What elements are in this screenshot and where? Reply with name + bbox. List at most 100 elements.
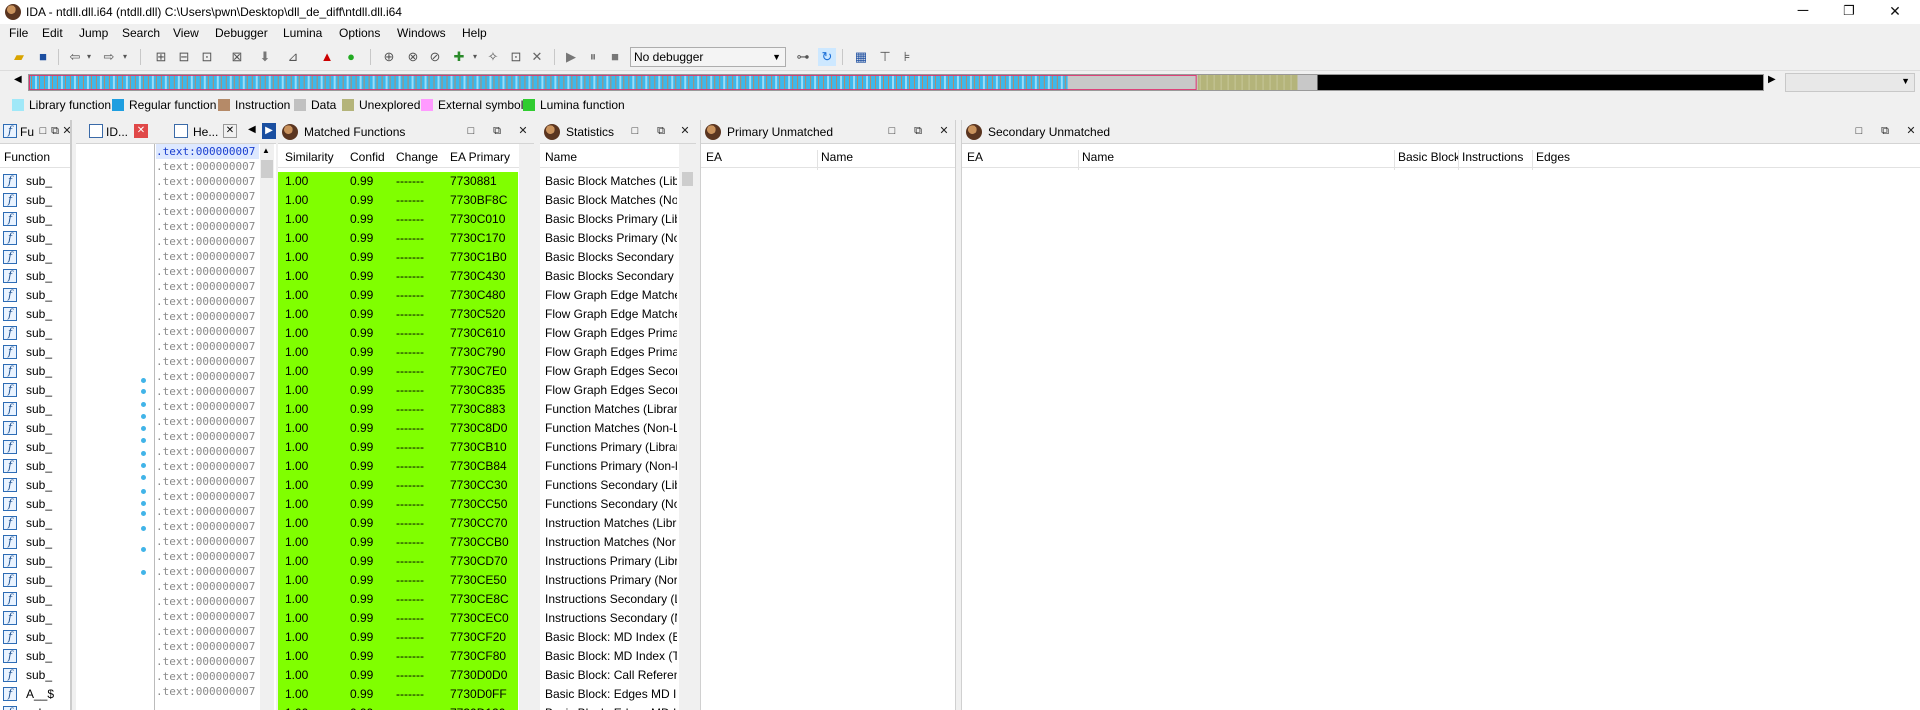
function-row[interactable]: f A__$ (0, 685, 72, 704)
statistics-row[interactable]: Flow Graph Edges Second (540, 381, 679, 400)
menu-lumina[interactable]: Lumina (283, 26, 322, 40)
matched-function-row[interactable]: 1.00 0.99 ------- 7730C480 (278, 286, 518, 305)
disassembly-line[interactable]: .text:000000007 (156, 219, 259, 234)
matched-function-row[interactable]: 1.00 0.99 ------- 7730CB10 (278, 438, 518, 457)
disassembly-line[interactable]: .text:000000007 (156, 204, 259, 219)
function-row[interactable]: f sub_ (0, 229, 72, 248)
disassembly-line[interactable]: .text:000000007 (156, 489, 259, 504)
disassembly-line[interactable]: .text:000000007 (156, 684, 259, 699)
matched-function-row[interactable]: 1.00 0.99 ------- 7730C170 (278, 229, 518, 248)
matched-function-row[interactable]: 1.00 0.99 ------- 7730C520 (278, 305, 518, 324)
menu-help[interactable]: Help (462, 26, 487, 40)
disassembly-line[interactable]: .text:000000007 (156, 264, 259, 279)
disassembly-line[interactable]: .text:000000007 (156, 234, 259, 249)
statistics-row[interactable]: Functions Secondary (Lib (540, 476, 679, 495)
disassembly-line[interactable]: .text:000000007 (156, 369, 259, 384)
ea-primary-column-header[interactable]: EA Primary (450, 150, 520, 170)
function-row[interactable]: f sub_ (0, 476, 72, 495)
matched-function-row[interactable]: 1.00 0.99 ------- 7730C8D0 (278, 419, 518, 438)
disassembly-line[interactable]: .text:000000007 (156, 444, 259, 459)
statistics-tab[interactable]: Statistics □ ⧉ ✕ (540, 120, 696, 144)
statistics-row[interactable]: Basic Blocks Primary (Nor (540, 229, 679, 248)
disassembly-scrollbar[interactable]: ▲ (260, 144, 274, 710)
function-row[interactable]: f sub_ (0, 495, 72, 514)
function-row[interactable]: f sub_ (0, 438, 72, 457)
rename-icon[interactable]: ⊿ (284, 48, 302, 66)
float-icon[interactable]: □ (628, 124, 642, 138)
function-row[interactable]: f sub_ (0, 552, 72, 571)
statistics-row[interactable]: Basic Block: Edges MD In (540, 685, 679, 704)
statistics-row[interactable]: Functions Secondary (No (540, 495, 679, 514)
disassembly-line[interactable]: .text:000000007 (156, 654, 259, 669)
matched-function-row[interactable]: 1.00 0.99 ------- 7730CD70 (278, 552, 518, 571)
function-row[interactable]: f sub_ (0, 704, 72, 710)
matched-function-row[interactable]: 1.00 0.99 ------- 7730C7E0 (278, 362, 518, 381)
matched-function-row[interactable]: 1.00 0.99 ------- 7730CE8C (278, 590, 518, 609)
function-row[interactable]: f sub_ (0, 210, 72, 229)
menu-debugger[interactable]: Debugger (215, 26, 268, 40)
function-column-header[interactable]: Function (4, 150, 50, 170)
function-row[interactable]: f sub_ (0, 324, 72, 343)
disassembly-line[interactable]: .text:000000007 (156, 579, 259, 594)
disassembly-line[interactable]: .text:000000007 (156, 324, 259, 339)
disassembly-line[interactable]: .text:000000007 (156, 144, 259, 159)
disassembly-line[interactable]: .text:000000007 (156, 639, 259, 654)
attach-icon[interactable]: ⊶ (794, 48, 812, 66)
disassembly-line[interactable]: .text:000000007 (156, 669, 259, 684)
functions-tab[interactable]: f Fu □ ⧉ ✕ (0, 120, 72, 144)
statistics-row[interactable]: Flow Graph Edges Second (540, 362, 679, 381)
disassembly-line[interactable]: .text:000000007 (156, 534, 259, 549)
statistics-row[interactable]: Basic Block Matches (Non (540, 191, 679, 210)
restore-icon[interactable]: ⧉ (911, 124, 925, 138)
close-icon[interactable]: ✕ (223, 124, 237, 138)
disassembly-line[interactable]: .text:000000007 (156, 564, 259, 579)
disassembly-line[interactable]: .text:000000007 (156, 249, 259, 264)
function-row[interactable]: f sub_ (0, 305, 72, 324)
matched-function-row[interactable]: 1.00 0.99 ------- 7730CEC0 (278, 609, 518, 628)
matched-function-row[interactable]: 1.00 0.99 ------- 7730C1B0 (278, 248, 518, 267)
tab-ida-view[interactable]: ID... (106, 125, 128, 139)
name-column-header[interactable]: Name (817, 150, 853, 170)
statistics-row[interactable]: Basic Block: MD Index (Bo (540, 628, 679, 647)
disassembly-line[interactable]: .text:000000007 (156, 474, 259, 489)
matched-function-row[interactable]: 1.00 0.99 ------- 7730D120 (278, 704, 518, 710)
statistics-row[interactable]: Basic Block: Edges MD In (540, 704, 679, 710)
open-icon[interactable]: ▰ (10, 48, 28, 66)
matched-functions-tab[interactable]: Matched Functions □ ⧉ ✕ (278, 120, 534, 144)
disassembly-line[interactable]: .text:000000007 (156, 339, 259, 354)
struct-icon[interactable]: ⊕ (380, 48, 398, 66)
function-row[interactable]: f sub_ (0, 571, 72, 590)
statistics-row[interactable]: Functions Primary (Librar (540, 438, 679, 457)
statistics-row[interactable]: Basic Block: Call Referenc (540, 666, 679, 685)
matched-function-row[interactable]: 1.00 0.99 ------- 7730C790 (278, 343, 518, 362)
matched-function-row[interactable]: 1.00 0.99 ------- 7730C430 (278, 267, 518, 286)
menu-edit[interactable]: Edit (42, 26, 63, 40)
ea-column-header[interactable]: EA (706, 150, 722, 170)
tree-icon[interactable]: ⊤ (876, 48, 894, 66)
disassembly-line[interactable]: .text:000000007 (156, 354, 259, 369)
tab-scroll-right-icon[interactable]: ▶ (262, 123, 276, 139)
breakpoint-icon[interactable]: ⊡ (507, 48, 525, 66)
function-row[interactable]: f sub_ (0, 172, 72, 191)
matched-function-row[interactable]: 1.00 0.99 ------- 7730D0FF (278, 685, 518, 704)
disassembly-line[interactable]: .text:000000007 (156, 624, 259, 639)
statistics-row[interactable]: Flow Graph Edges Primar (540, 324, 679, 343)
nav-right-icon[interactable]: ▶ (1768, 74, 1776, 85)
array-icon[interactable]: ⊠ (228, 48, 246, 66)
disassembly-line[interactable]: .text:000000007 (156, 294, 259, 309)
menu-search[interactable]: Search (122, 26, 160, 40)
statistics-row[interactable]: Instructions Primary (Nor (540, 571, 679, 590)
change-column-header[interactable]: Change (396, 150, 438, 170)
basic-block-column-header[interactable]: Basic Block (1394, 150, 1458, 170)
name-column-header[interactable]: Name (545, 150, 577, 170)
disassembly-line[interactable]: .text:000000007 (156, 504, 259, 519)
hex-icon[interactable]: ▦ (852, 48, 870, 66)
plugin-dropdown-icon[interactable]: ▾ (466, 48, 484, 66)
matched-function-row[interactable]: 1.00 0.99 ------- 7730C610 (278, 324, 518, 343)
statistics-row[interactable]: Flow Graph Edge Matche (540, 286, 679, 305)
function-row[interactable]: f sub_ (0, 457, 72, 476)
function-row[interactable]: f sub_ (0, 381, 72, 400)
pause-icon[interactable]: ⏸ (584, 48, 602, 66)
tools-icon[interactable]: ⊧ (898, 48, 916, 66)
matched-function-row[interactable]: 1.00 0.99 ------- 7730C010 (278, 210, 518, 229)
